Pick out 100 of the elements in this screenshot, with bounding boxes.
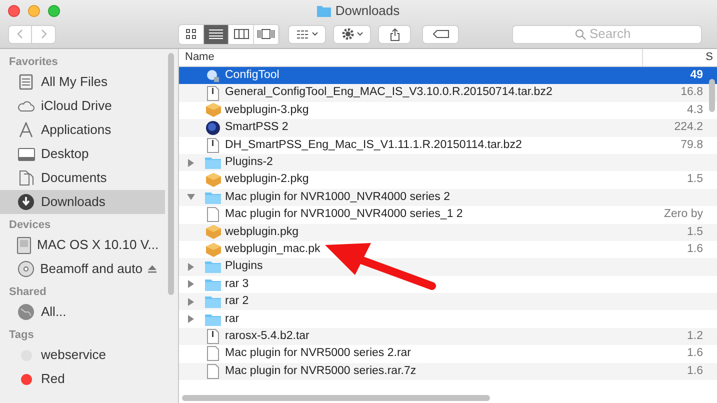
sidebar-item[interactable]: Documents [0,166,165,190]
sidebar-item[interactable]: All... [0,300,165,324]
document-icon [207,207,219,222]
cloud-icon [17,100,35,112]
arrange-button[interactable] [288,24,326,44]
sidebar-heading: Tags [8,328,35,343]
sidebar-item[interactable]: Desktop [0,142,165,166]
sidebar-label: iCloud Drive [41,97,112,116]
file-row[interactable]: Mac plugin for NVR1000_NVR4000 series 2 [179,188,717,206]
sidebar-label: Red [41,370,65,388]
file-size: 1.6 [687,242,703,257]
file-name: webplugin.pkg [225,224,299,240]
sidebar-item[interactable]: webservice [0,343,165,367]
package-icon [206,242,220,257]
tag-button[interactable] [422,24,459,44]
file-row[interactable]: rarosx-5.4.b2.tar 1.2 [179,328,717,346]
monitor-icon [18,148,34,160]
stack-icon [18,74,34,90]
file-row[interactable]: rar 2 [179,293,717,310]
file-row[interactable]: DH_SmartPSS_Eng_Mac_IS_V1.11.1.R.20150114.tar.bz2 79.8 [179,136,717,154]
search-input[interactable]: Search [590,24,640,44]
file-name: Plugins-2 [225,155,273,170]
column-header[interactable]: Name [179,49,643,66]
file-row[interactable]: General_ConfigTool_Eng_MAC_IS_V3.10.0.R.20150714.tar.bz2 16.8 [179,84,717,102]
file-size: 4.3 [687,102,703,118]
document-icon [18,170,34,186]
file-row[interactable]: rar 3 [179,276,717,294]
file-row[interactable]: SmartPSS 2 224.2 [179,119,717,137]
sidebar-item[interactable]: Red [0,367,165,391]
folder-icon [205,260,221,274]
search-field[interactable]: Search [512,24,702,44]
disc-icon [18,261,34,277]
disclosure-triangle-right-icon[interactable] [187,262,195,271]
file-name: SmartPSS 2 [225,120,288,136]
document-icon [207,329,219,344]
file-name: Mac plugin for NVR5000 series.rar.7z [225,364,416,379]
caret-icon [356,32,362,36]
file-size: 79.8 [680,138,703,153]
file-row[interactable]: webplugin.pkg 1.5 [179,224,717,241]
eject-icon[interactable] [148,265,157,273]
file-name: General_ConfigTool_Eng_MAC_IS_V3.10.0.R.20150714.tar.bz2 [225,85,552,100]
file-size: 1.2 [687,328,703,344]
view-mode-button[interactable] [254,24,279,44]
share-button[interactable] [378,24,411,44]
file-name: webplugin_mac.pk [225,242,320,257]
file-size: 1.6 [687,346,703,362]
file-row[interactable]: Plugins [179,258,717,276]
view-mode-button[interactable] [204,24,229,44]
app-icon [206,68,220,83]
disclosure-triangle-right-icon[interactable] [187,280,195,288]
list-icon [209,29,223,39]
sidebar-item[interactable]: Downloads [0,190,165,214]
drive-icon [17,236,31,254]
sidebar-item[interactable]: All My Files [0,70,165,94]
disclosure-triangle-right-icon[interactable] [187,315,195,324]
action-button[interactable] [333,24,371,44]
sidebar-label: All My Files [41,73,108,92]
globe-icon [18,304,34,320]
view-mode-button[interactable] [179,24,204,44]
folder-icon [205,156,221,170]
file-name: Mac plugin for NVR1000_NVR4000 series_1 2 [225,207,463,222]
sidebar-label: All... [41,303,66,322]
columns-icon [234,29,248,39]
file-name: rar 2 [225,294,249,310]
file-row[interactable]: ConfigTool 49 [179,67,717,84]
folder-icon [205,312,221,326]
sidebar-heading: Favorites [8,55,59,70]
zoom-button[interactable] [48,5,60,17]
sidebar-label: Applications [41,121,112,140]
grid-icon [186,29,196,39]
file-name: rar [225,312,240,327]
disclosure-triangle-right-icon[interactable] [187,158,195,167]
document-icon [207,138,219,153]
file-row[interactable]: Plugins-2 [179,154,717,172]
file-size: 49 [690,68,703,84]
sidebar-label: Beamoff and auto [40,260,142,278]
view-mode-button[interactable] [229,24,254,44]
file-row[interactable]: Mac plugin for NVR5000 series.rar.7z 1.6 [179,362,717,380]
folder-icon [205,190,221,204]
sidebar-item[interactable]: Applications [0,118,165,142]
sidebar-item[interactable]: iCloud Drive [0,94,165,118]
sidebar-item[interactable]: Beamoff and auto [0,257,165,281]
back-button[interactable] [8,24,32,44]
sidebar-label: Downloads [41,193,106,212]
disclosure-triangle-right-icon[interactable] [187,298,195,306]
download-icon [18,194,34,210]
close-button[interactable] [8,5,20,17]
document-icon [207,86,219,101]
forward-button[interactable] [32,24,56,44]
file-name: Mac plugin for NVR5000 series 2.rar [225,346,411,362]
file-size: 1.5 [687,172,703,188]
column-header[interactable]: S [706,49,717,66]
cover-flow-icon [257,29,275,39]
disclosure-triangle-down-icon[interactable] [187,193,195,202]
sidebar-item[interactable]: MAC OS X 10.10 V... [0,233,165,257]
file-size: 16.8 [680,85,703,100]
arrange-icon [296,30,308,38]
globe-icon [206,120,220,135]
minimize-button[interactable] [28,5,40,17]
tag-icon [432,30,448,38]
